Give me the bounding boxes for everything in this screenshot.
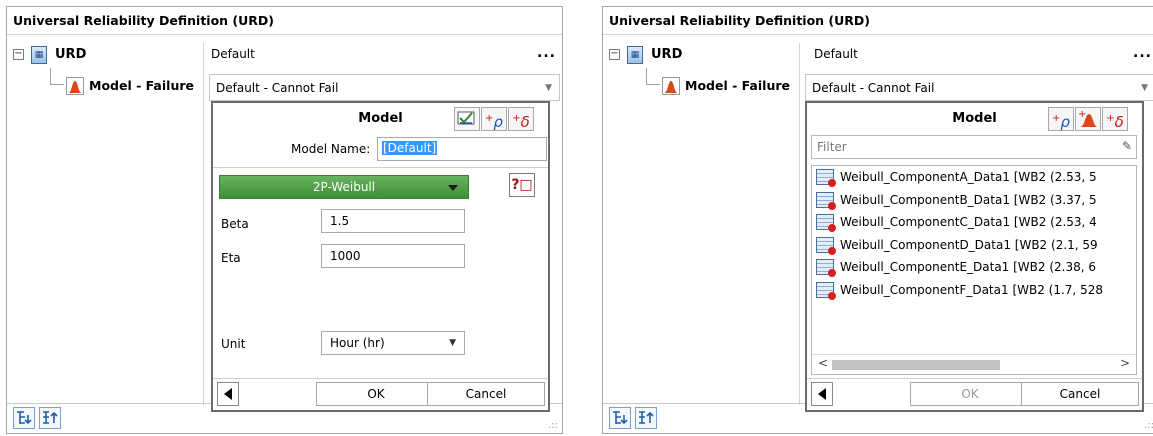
ellipsis-button[interactable]: ... bbox=[1133, 45, 1152, 61]
model-dropdown-value: Default - Cannot Fail bbox=[216, 81, 339, 95]
scroll-thumb[interactable] bbox=[832, 360, 1000, 370]
popup-footer: OK Cancel bbox=[807, 378, 1142, 410]
collapse-tree-icon bbox=[639, 411, 654, 424]
divider bbox=[213, 167, 548, 168]
tree-row-urd[interactable]: − ▦ URD bbox=[603, 43, 1153, 68]
collapse-all-button[interactable] bbox=[635, 407, 657, 429]
data-sheet-icon bbox=[816, 236, 836, 255]
unit-label: Unit bbox=[221, 337, 246, 351]
expand-tree-icon bbox=[613, 411, 628, 425]
horizontal-scrollbar[interactable]: < > bbox=[812, 354, 1136, 374]
tree-label-urd: URD bbox=[651, 47, 683, 62]
model-name-label: Model Name: bbox=[291, 142, 371, 156]
collapse-all-button[interactable] bbox=[39, 407, 61, 429]
check-list-icon[interactable] bbox=[454, 107, 480, 131]
expand-tree-icon bbox=[17, 411, 32, 425]
column-divider bbox=[203, 43, 204, 405]
data-sheet-icon bbox=[816, 214, 836, 232]
urd-icon: ▦ bbox=[627, 46, 643, 64]
tree-label-model-failure: Model - Failure bbox=[685, 78, 790, 93]
tree-row-urd[interactable]: − ▦ URD bbox=[7, 43, 562, 68]
distribution-value: 2P-Weibull bbox=[312, 180, 376, 194]
urd-panel-left: Universal Reliability Definition (URD) −… bbox=[6, 6, 563, 434]
panel-title: Universal Reliability Definition (URD) bbox=[7, 7, 562, 35]
failure-model-icon bbox=[66, 77, 84, 95]
list-item[interactable]: Weibull_ComponentF_Data1 [WB2 (1.7, 528 bbox=[812, 279, 1136, 302]
list-item[interactable]: Weibull_ComponentB_Data1 [WB2 (3.37, 5 bbox=[812, 189, 1136, 212]
urd-value-cell[interactable]: Default bbox=[211, 47, 255, 61]
model-list: Weibull_ComponentA_Data1 [WB2 (2.53, 5 W… bbox=[811, 165, 1137, 375]
add-failure-model-icon[interactable]: + bbox=[1075, 107, 1101, 131]
add-delta-icon[interactable]: +δ bbox=[508, 107, 534, 131]
model-name-value: [Default] bbox=[382, 141, 438, 155]
resize-grip-icon[interactable]: .:: bbox=[1144, 420, 1153, 431]
scroll-right-icon[interactable]: > bbox=[1120, 356, 1130, 370]
chevron-down-icon[interactable]: ▼ bbox=[545, 83, 552, 93]
collapse-icon[interactable]: − bbox=[609, 49, 620, 60]
model-name-input[interactable]: [Default] bbox=[377, 137, 547, 161]
resize-grip-icon[interactable]: .:: bbox=[548, 420, 558, 431]
model-dropdown[interactable]: Default - Cannot Fail ▼ bbox=[209, 74, 560, 101]
clear-filter-icon[interactable]: ✎ bbox=[1122, 139, 1132, 153]
data-sheet-icon bbox=[816, 281, 836, 300]
popup-footer: OK Cancel bbox=[213, 378, 548, 410]
collapse-tree-icon bbox=[43, 411, 58, 424]
distribution-dropdown[interactable]: 2P-Weibull bbox=[219, 175, 469, 199]
tree-label-model-failure: Model - Failure bbox=[89, 78, 194, 93]
urd-value-cell[interactable]: Default bbox=[814, 47, 858, 61]
cancel-button[interactable]: Cancel bbox=[427, 382, 545, 406]
back-arrow-icon[interactable] bbox=[217, 382, 239, 406]
back-arrow-icon[interactable] bbox=[811, 382, 833, 406]
scroll-left-icon[interactable]: < bbox=[818, 356, 828, 370]
filter-placeholder: Filter bbox=[817, 140, 847, 154]
model-dropdown-value: Default - Cannot Fail bbox=[812, 81, 935, 95]
list-item[interactable]: Weibull_ComponentC_Data1 [WB2 (2.53, 4 bbox=[812, 211, 1136, 234]
urd-panel-right: Universal Reliability Definition (URD) −… bbox=[602, 6, 1153, 434]
failure-model-icon bbox=[662, 77, 680, 95]
collapse-icon[interactable]: − bbox=[13, 49, 24, 60]
unit-dropdown[interactable]: Hour (hr) ▼ bbox=[321, 331, 465, 355]
ok-button[interactable]: OK bbox=[910, 382, 1030, 406]
filter-input[interactable]: Filter ✎ bbox=[811, 135, 1137, 159]
add-rho-icon[interactable]: +ρ bbox=[1048, 107, 1074, 131]
expand-all-button[interactable] bbox=[13, 407, 35, 429]
data-sheet-icon bbox=[816, 259, 836, 277]
chevron-down-icon[interactable]: ▼ bbox=[1141, 83, 1148, 93]
expand-all-button[interactable] bbox=[609, 407, 631, 429]
ok-button[interactable]: OK bbox=[316, 382, 436, 406]
add-delta-icon[interactable]: +δ bbox=[1102, 107, 1128, 131]
model-popup-edit: Model +ρ +δ Model Name: [Default] 2P-Wei… bbox=[211, 101, 550, 412]
cancel-button[interactable]: Cancel bbox=[1021, 382, 1139, 406]
data-sheet-icon bbox=[816, 169, 836, 187]
model-dropdown[interactable]: Default - Cannot Fail ▼ bbox=[805, 74, 1153, 101]
param-label-beta: Beta bbox=[221, 217, 249, 231]
list-item[interactable]: Weibull_ComponentA_Data1 [WB2 (2.53, 5 bbox=[812, 166, 1136, 189]
unit-value: Hour (hr) bbox=[330, 336, 385, 350]
list-item[interactable]: Weibull_ComponentD_Data1 [WB2 (2.1, 59 bbox=[812, 234, 1136, 257]
beta-input[interactable]: 1.5 bbox=[321, 209, 465, 233]
chevron-down-icon bbox=[448, 185, 458, 191]
column-divider bbox=[799, 43, 800, 405]
tree-label-urd: URD bbox=[55, 47, 87, 62]
eta-input[interactable]: 1000 bbox=[321, 244, 465, 268]
help-button[interactable]: ?□ bbox=[509, 173, 535, 197]
ellipsis-button[interactable]: ... bbox=[537, 45, 556, 61]
svg-text:+: + bbox=[1078, 109, 1086, 120]
chevron-down-icon: ▼ bbox=[449, 338, 456, 348]
model-popup-select: Model +ρ + +δ Filter ✎ Weibull_Component… bbox=[805, 101, 1144, 412]
urd-icon: ▦ bbox=[31, 46, 47, 64]
list-item[interactable]: Weibull_ComponentE_Data1 [WB2 (2.38, 6 bbox=[812, 256, 1136, 279]
data-sheet-icon bbox=[816, 191, 836, 210]
param-label-eta: Eta bbox=[221, 251, 241, 265]
add-rho-icon[interactable]: +ρ bbox=[481, 107, 507, 131]
panel-title: Universal Reliability Definition (URD) bbox=[603, 7, 1153, 35]
